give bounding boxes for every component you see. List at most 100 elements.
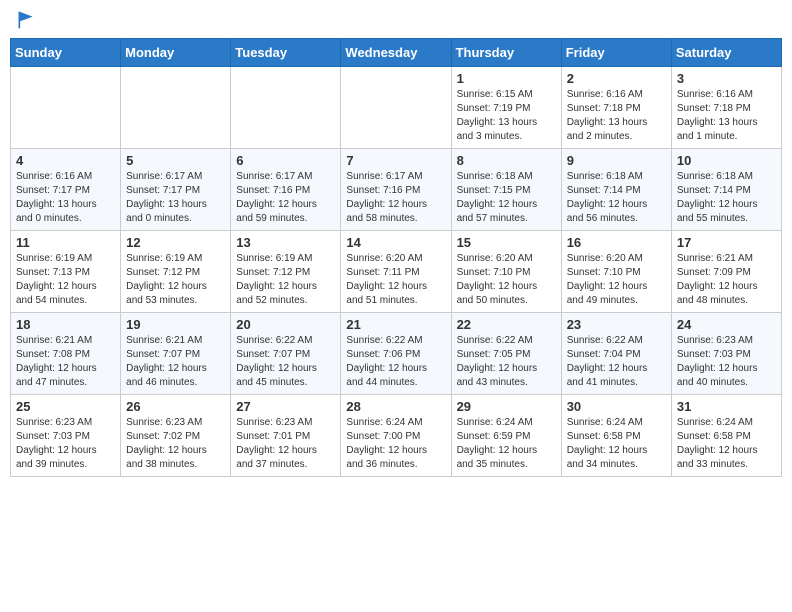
calendar-cell — [121, 67, 231, 149]
cell-info: Sunrise: 6:17 AM Sunset: 7:17 PM Dayligh… — [126, 170, 225, 226]
cell-info: Sunrise: 6:21 AM Sunset: 7:08 PM Dayligh… — [16, 334, 115, 390]
calendar-cell: 21 Sunrise: 6:22 AM Sunset: 7:06 PM Dayli… — [341, 313, 451, 395]
cell-info: Sunrise: 6:16 AM Sunset: 7:18 PM Dayligh… — [677, 88, 776, 144]
cell-info: Sunrise: 6:21 AM Sunset: 7:09 PM Dayligh… — [677, 252, 776, 308]
day-number: 6 — [236, 153, 335, 168]
day-number: 12 — [126, 235, 225, 250]
cell-info: Sunrise: 6:23 AM Sunset: 7:01 PM Dayligh… — [236, 416, 335, 472]
day-number: 31 — [677, 399, 776, 414]
cell-info: Sunrise: 6:18 AM Sunset: 7:14 PM Dayligh… — [677, 170, 776, 226]
day-number: 24 — [677, 317, 776, 332]
calendar-week-row: 11 Sunrise: 6:19 AM Sunset: 7:13 PM Dayli… — [11, 231, 782, 313]
cell-info: Sunrise: 6:23 AM Sunset: 7:03 PM Dayligh… — [677, 334, 776, 390]
cell-info: Sunrise: 6:23 AM Sunset: 7:02 PM Dayligh… — [126, 416, 225, 472]
day-number: 10 — [677, 153, 776, 168]
day-number: 29 — [457, 399, 556, 414]
calendar-cell: 16Sunrise: 6:20 AM Sunset: 7:10 PM Dayli… — [561, 231, 671, 313]
calendar-week-row: 25 Sunrise: 6:23 AM Sunset: 7:03 PM Dayli… — [11, 395, 782, 477]
cell-info: Sunrise: 6:22 AM Sunset: 7:05 PM Dayligh… — [457, 334, 556, 390]
cell-info: Sunrise: 6:23 AM Sunset: 7:03 PM Dayligh… — [16, 416, 115, 472]
weekday-header-tuesday: Tuesday — [231, 39, 341, 67]
weekday-header-wednesday: Wednesday — [341, 39, 451, 67]
cell-info: Sunrise: 6:17 AM Sunset: 7:16 PM Dayligh… — [236, 170, 335, 226]
calendar-cell: 15 Sunrise: 6:20 AM Sunset: 7:10 PM Dayli… — [451, 231, 561, 313]
day-number: 28 — [346, 399, 445, 414]
calendar-cell: 13 Sunrise: 6:19 AM Sunset: 7:12 PM Dayli… — [231, 231, 341, 313]
cell-info: Sunrise: 6:22 AM Sunset: 7:06 PM Dayligh… — [346, 334, 445, 390]
calendar-cell: 2 Sunrise: 6:16 AM Sunset: 7:18 PM Daylig… — [561, 67, 671, 149]
calendar-cell: 24 Sunrise: 6:23 AM Sunset: 7:03 PM Dayli… — [671, 313, 781, 395]
calendar-cell: 4 Sunrise: 6:16 AM Sunset: 7:17 PM Daylig… — [11, 149, 121, 231]
calendar-week-row: 18Sunrise: 6:21 AM Sunset: 7:08 PM Dayli… — [11, 313, 782, 395]
day-number: 11 — [16, 235, 115, 250]
calendar-cell: 5 Sunrise: 6:17 AM Sunset: 7:17 PM Daylig… — [121, 149, 231, 231]
calendar-week-row: 1 Sunrise: 6:15 AM Sunset: 7:19 PM Daylig… — [11, 67, 782, 149]
day-number: 2 — [567, 71, 666, 86]
weekday-header-saturday: Saturday — [671, 39, 781, 67]
day-number: 13 — [236, 235, 335, 250]
calendar-cell: 25 Sunrise: 6:23 AM Sunset: 7:03 PM Dayli… — [11, 395, 121, 477]
cell-info: Sunrise: 6:16 AM Sunset: 7:18 PM Dayligh… — [567, 88, 666, 144]
calendar-cell: 7 Sunrise: 6:17 AM Sunset: 7:16 PM Daylig… — [341, 149, 451, 231]
day-number: 21 — [346, 317, 445, 332]
day-number: 15 — [457, 235, 556, 250]
calendar-cell: 22 Sunrise: 6:22 AM Sunset: 7:05 PM Dayli… — [451, 313, 561, 395]
cell-info: Sunrise: 6:20 AM Sunset: 7:10 PM Dayligh… — [457, 252, 556, 308]
cell-info: Sunrise: 6:17 AM Sunset: 7:16 PM Dayligh… — [346, 170, 445, 226]
cell-info: Sunrise: 6:19 AM Sunset: 7:13 PM Dayligh… — [16, 252, 115, 308]
calendar-cell: 28 Sunrise: 6:24 AM Sunset: 7:00 PM Dayli… — [341, 395, 451, 477]
calendar-cell: 14Sunrise: 6:20 AM Sunset: 7:11 PM Dayli… — [341, 231, 451, 313]
weekday-header-monday: Monday — [121, 39, 231, 67]
day-number: 7 — [346, 153, 445, 168]
cell-info: Sunrise: 6:19 AM Sunset: 7:12 PM Dayligh… — [126, 252, 225, 308]
calendar-cell: 3 Sunrise: 6:16 AM Sunset: 7:18 PM Daylig… — [671, 67, 781, 149]
cell-info: Sunrise: 6:21 AM Sunset: 7:07 PM Dayligh… — [126, 334, 225, 390]
cell-info: Sunrise: 6:19 AM Sunset: 7:12 PM Dayligh… — [236, 252, 335, 308]
weekday-header-sunday: Sunday — [11, 39, 121, 67]
logo-flag-icon — [16, 10, 36, 30]
cell-info: Sunrise: 6:24 AM Sunset: 6:58 PM Dayligh… — [567, 416, 666, 472]
cell-info: Sunrise: 6:24 AM Sunset: 7:00 PM Dayligh… — [346, 416, 445, 472]
calendar-cell — [341, 67, 451, 149]
day-number: 19 — [126, 317, 225, 332]
calendar-table: SundayMondayTuesdayWednesdayThursdayFrid… — [10, 38, 782, 477]
cell-info: Sunrise: 6:24 AM Sunset: 6:59 PM Dayligh… — [457, 416, 556, 472]
cell-info: Sunrise: 6:15 AM Sunset: 7:19 PM Dayligh… — [457, 88, 556, 144]
day-number: 4 — [16, 153, 115, 168]
cell-info: Sunrise: 6:18 AM Sunset: 7:14 PM Dayligh… — [567, 170, 666, 226]
cell-info: Sunrise: 6:22 AM Sunset: 7:04 PM Dayligh… — [567, 334, 666, 390]
cell-info: Sunrise: 6:18 AM Sunset: 7:15 PM Dayligh… — [457, 170, 556, 226]
day-number: 30 — [567, 399, 666, 414]
calendar-cell: 19 Sunrise: 6:21 AM Sunset: 7:07 PM Dayli… — [121, 313, 231, 395]
day-number: 26 — [126, 399, 225, 414]
calendar-cell — [231, 67, 341, 149]
day-number: 22 — [457, 317, 556, 332]
calendar-cell — [11, 67, 121, 149]
calendar-cell: 29 Sunrise: 6:24 AM Sunset: 6:59 PM Dayli… — [451, 395, 561, 477]
calendar-cell: 30 Sunrise: 6:24 AM Sunset: 6:58 PM Dayli… — [561, 395, 671, 477]
calendar-cell: 10 Sunrise: 6:18 AM Sunset: 7:14 PM Dayli… — [671, 149, 781, 231]
day-number: 3 — [677, 71, 776, 86]
calendar-cell: 17Sunrise: 6:21 AM Sunset: 7:09 PM Dayli… — [671, 231, 781, 313]
cell-info: Sunrise: 6:20 AM Sunset: 7:11 PM Dayligh… — [346, 252, 445, 308]
calendar-cell: 8 Sunrise: 6:18 AM Sunset: 7:15 PM Daylig… — [451, 149, 561, 231]
calendar-cell: 31 Sunrise: 6:24 AM Sunset: 6:58 PM Dayli… — [671, 395, 781, 477]
day-number: 1 — [457, 71, 556, 86]
day-number: 25 — [16, 399, 115, 414]
cell-info: Sunrise: 6:24 AM Sunset: 6:58 PM Dayligh… — [677, 416, 776, 472]
day-number: 27 — [236, 399, 335, 414]
day-number: 23 — [567, 317, 666, 332]
calendar-cell: 18Sunrise: 6:21 AM Sunset: 7:08 PM Dayli… — [11, 313, 121, 395]
calendar-cell: 9Sunrise: 6:18 AM Sunset: 7:14 PM Daylig… — [561, 149, 671, 231]
cell-info: Sunrise: 6:16 AM Sunset: 7:17 PM Dayligh… — [16, 170, 115, 226]
calendar-cell: 6 Sunrise: 6:17 AM Sunset: 7:16 PM Daylig… — [231, 149, 341, 231]
calendar-cell: 27 Sunrise: 6:23 AM Sunset: 7:01 PM Dayli… — [231, 395, 341, 477]
calendar-cell: 26 Sunrise: 6:23 AM Sunset: 7:02 PM Dayli… — [121, 395, 231, 477]
day-number: 5 — [126, 153, 225, 168]
weekday-header-friday: Friday — [561, 39, 671, 67]
day-number: 16 — [567, 235, 666, 250]
calendar-cell: 1 Sunrise: 6:15 AM Sunset: 7:19 PM Daylig… — [451, 67, 561, 149]
day-number: 8 — [457, 153, 556, 168]
day-number: 20 — [236, 317, 335, 332]
calendar-cell: 11 Sunrise: 6:19 AM Sunset: 7:13 PM Dayli… — [11, 231, 121, 313]
